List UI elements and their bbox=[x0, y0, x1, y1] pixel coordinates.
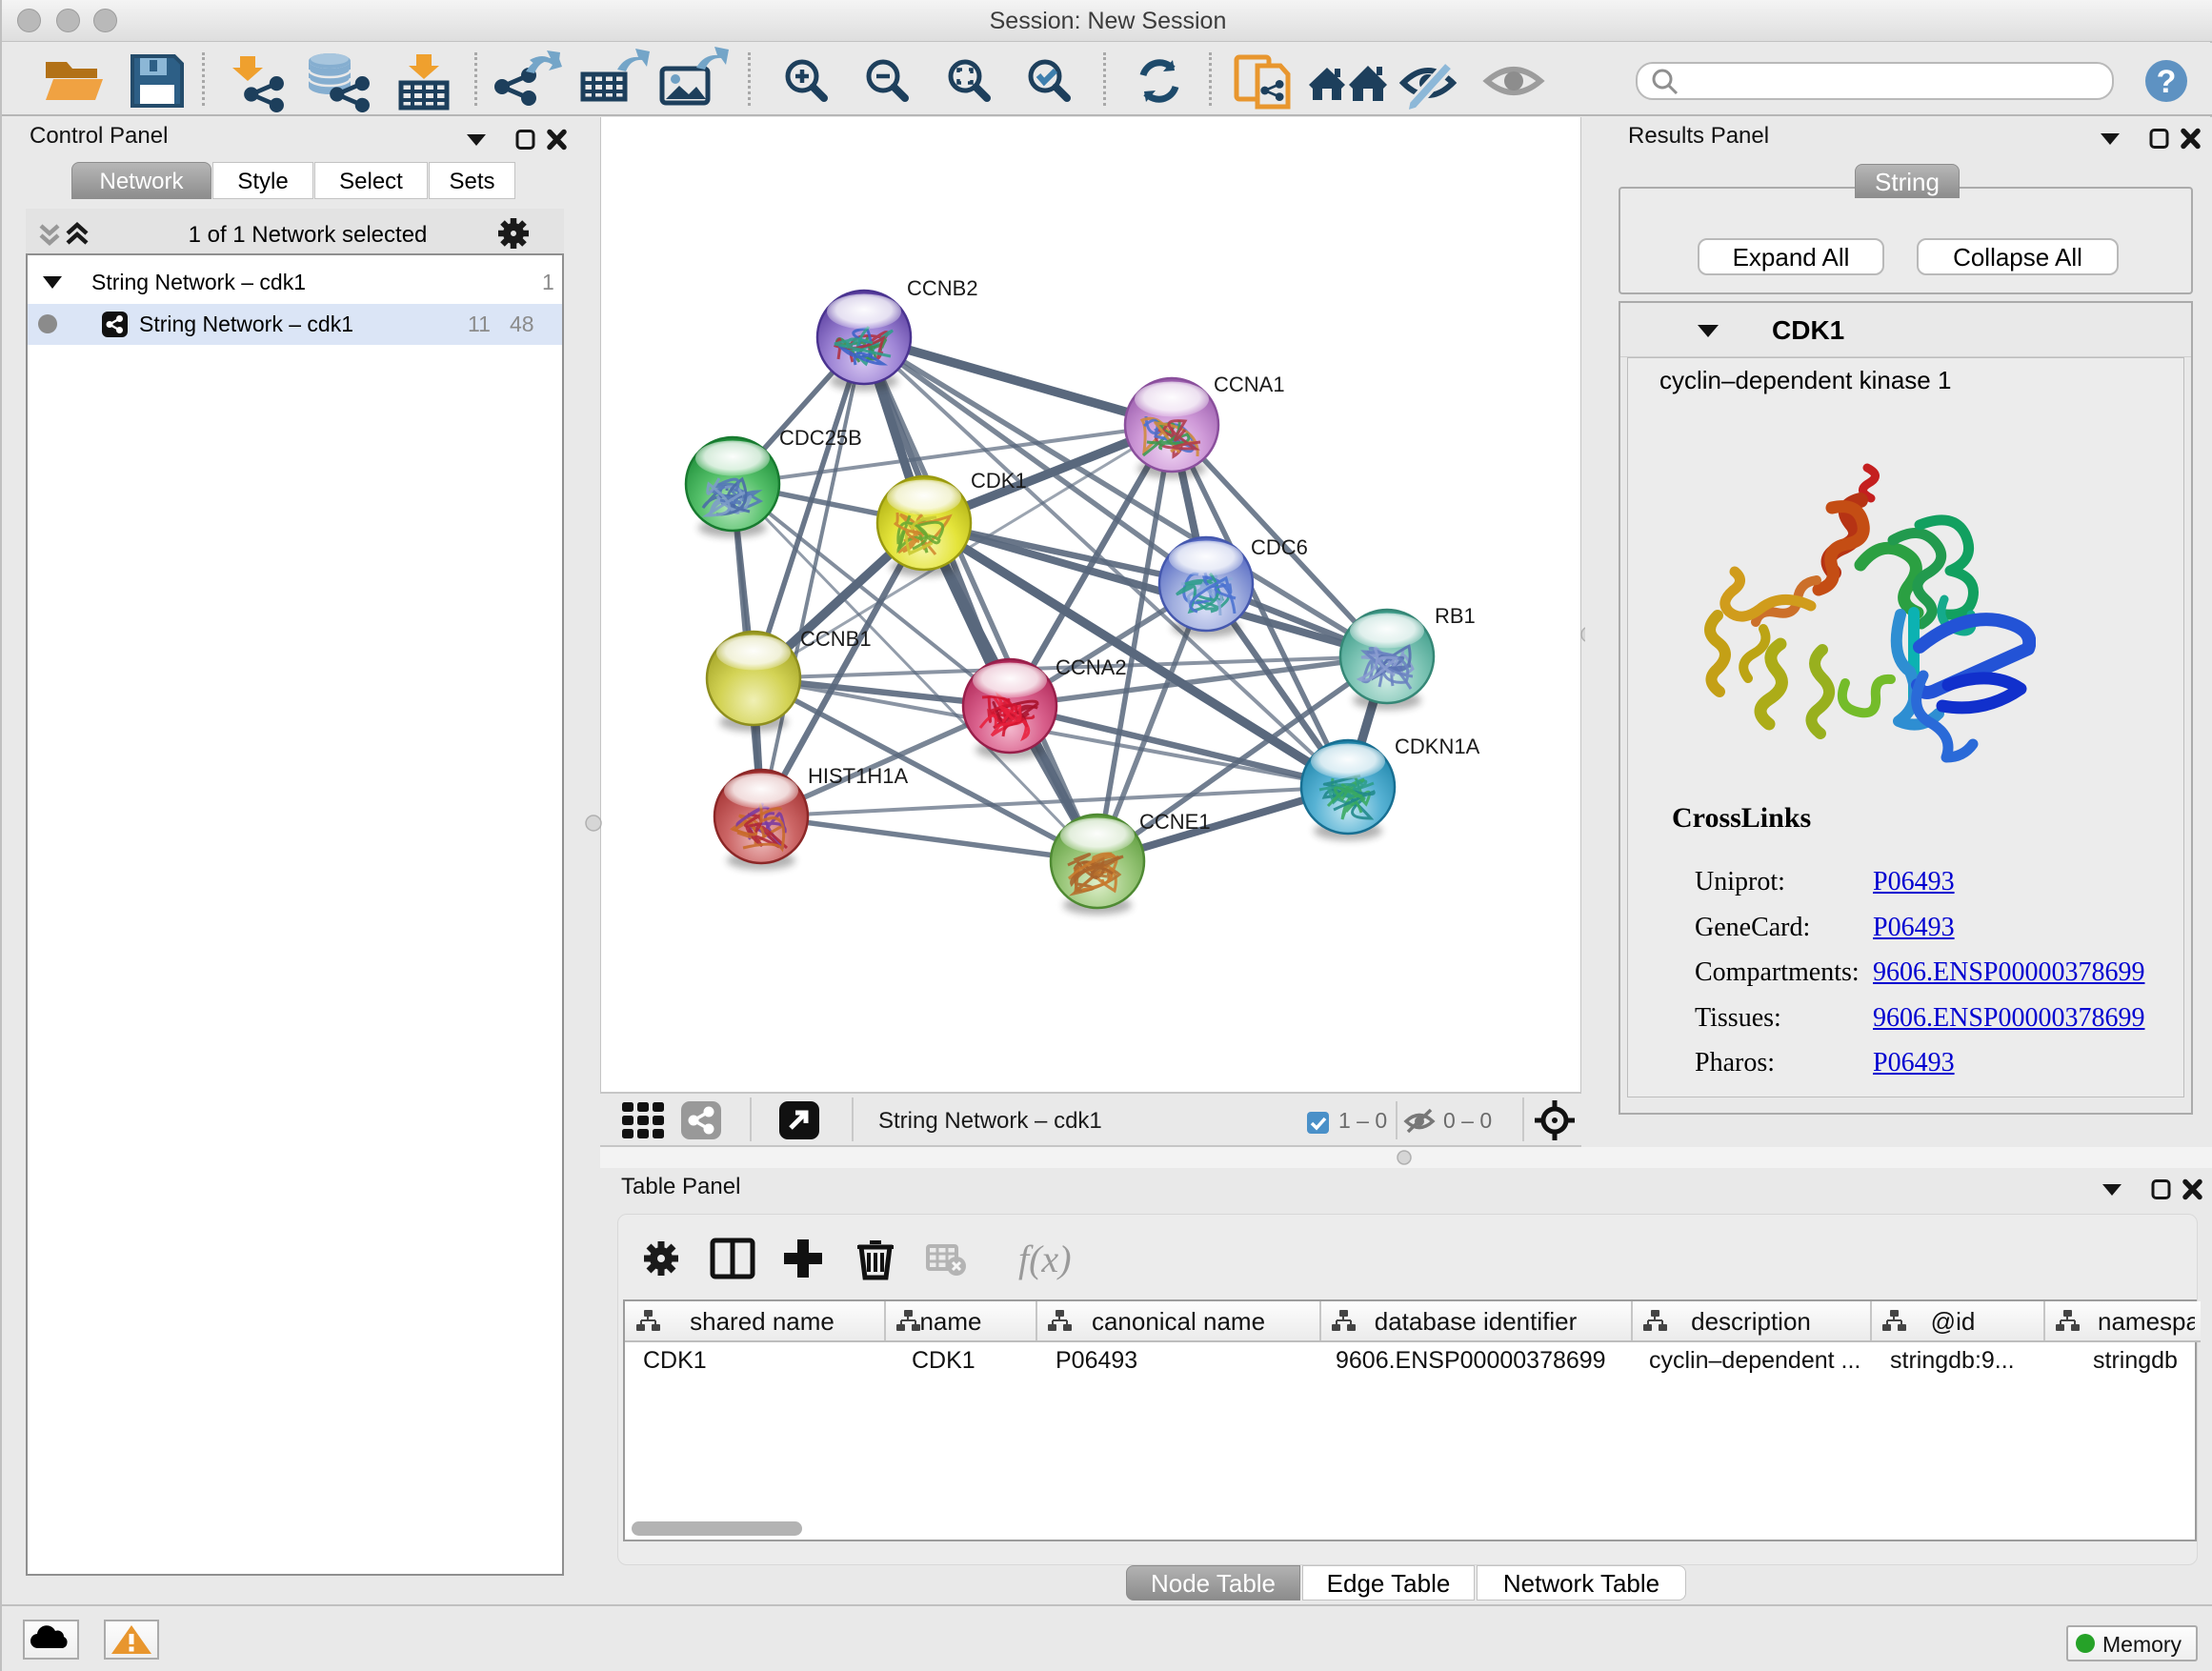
svg-text:CCNA2: CCNA2 bbox=[1056, 655, 1127, 679]
svg-text:canonical name: canonical name bbox=[1092, 1307, 1265, 1336]
svg-text:namespace: namespace bbox=[2098, 1307, 2195, 1336]
svg-text:String Network – cdk1: String Network – cdk1 bbox=[878, 1108, 1102, 1134]
svg-text:shared name: shared name bbox=[690, 1307, 835, 1336]
svg-text:CCNA1: CCNA1 bbox=[1214, 372, 1285, 396]
svg-text:CDC25B: CDC25B bbox=[779, 426, 862, 450]
svg-text:name: name bbox=[919, 1307, 981, 1336]
svg-text:CCNE1: CCNE1 bbox=[1139, 810, 1211, 834]
svg-text:RB1: RB1 bbox=[1435, 604, 1476, 628]
svg-text:1 – 0: 1 – 0 bbox=[1338, 1108, 1387, 1133]
svg-text:CCNB1: CCNB1 bbox=[800, 627, 872, 651]
svg-text:1 of 1 Network selected: 1 of 1 Network selected bbox=[189, 222, 428, 248]
svg-text:0 – 0: 0 – 0 bbox=[1443, 1108, 1492, 1133]
svg-text:?: ? bbox=[2157, 64, 2177, 100]
svg-text:CCNB2: CCNB2 bbox=[907, 276, 978, 300]
svg-text:HIST1H1A: HIST1H1A bbox=[808, 764, 908, 788]
svg-text:CDK1: CDK1 bbox=[971, 469, 1027, 493]
svg-text:@id: @id bbox=[1931, 1307, 1976, 1336]
svg-text:CDC6: CDC6 bbox=[1251, 535, 1308, 559]
svg-text:CDKN1A: CDKN1A bbox=[1395, 735, 1480, 758]
svg-text:database identifier: database identifier bbox=[1375, 1307, 1578, 1336]
svg-text:description: description bbox=[1691, 1307, 1811, 1336]
svg-text:f(x): f(x) bbox=[1018, 1238, 1072, 1280]
